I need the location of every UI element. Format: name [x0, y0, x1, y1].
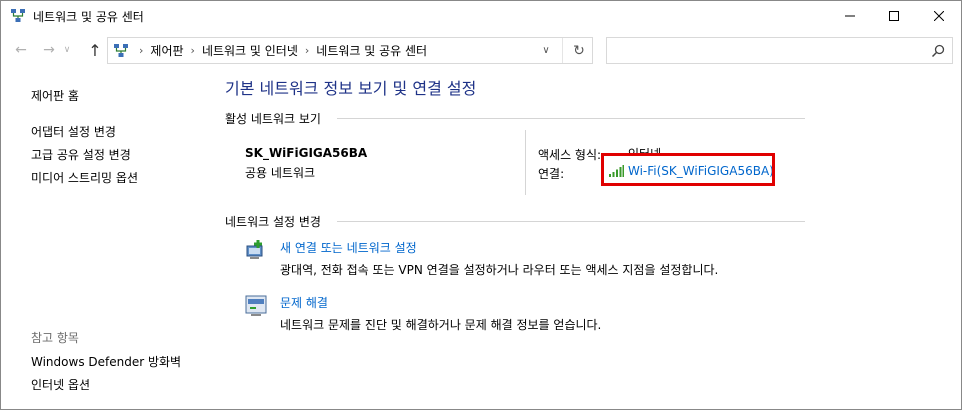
navigation-bar: ← → ∨ ↑ › 제어판 › 네트워크 및 인터넷 › 네트워크 및 공유 센…	[1, 33, 961, 67]
back-arrow-icon: ←	[15, 42, 27, 58]
section-divider	[337, 118, 805, 119]
control-panel-home-link[interactable]: 제어판 홈	[31, 87, 79, 104]
breadcrumb-separator-icon: ›	[139, 44, 144, 57]
left-pane: 제어판 홈 어댑터 설정 변경 고급 공유 설정 변경 미디어 스트리밍 옵션 …	[1, 71, 211, 409]
refresh-button[interactable]: ↻	[566, 38, 592, 63]
windows-defender-firewall-link[interactable]: Windows Defender 방화벽	[31, 353, 181, 370]
search-icon[interactable]	[930, 43, 946, 59]
setup-new-connection-link[interactable]: 새 연결 또는 네트워크 설정	[280, 239, 417, 256]
network-info-divider	[525, 130, 526, 195]
highlight-annotation-box	[601, 153, 775, 186]
section-divider	[337, 221, 805, 222]
network-type: 공용 네트워크	[245, 166, 316, 180]
breadcrumb-separator-icon: ›	[190, 44, 195, 57]
access-type-label: 액세스 형식:	[538, 148, 602, 162]
maximize-icon	[889, 11, 899, 21]
network-center-icon	[11, 9, 25, 22]
forward-arrow-icon: →	[43, 42, 55, 58]
new-connection-icon[interactable]	[244, 238, 268, 262]
title-bar: 네트워크 및 공유 센터	[1, 1, 961, 31]
address-dropdown-button[interactable]: ∨	[536, 38, 556, 63]
minimize-icon	[845, 15, 855, 17]
chevron-down-icon: ∨	[63, 45, 71, 55]
close-icon	[934, 11, 944, 21]
connection-label: 연결:	[538, 167, 565, 181]
advanced-sharing-settings-link[interactable]: 고급 공유 설정 변경	[31, 146, 131, 163]
chevron-down-icon: ∨	[542, 45, 550, 56]
network-name: SK_WiFiGIGA56BA	[245, 146, 368, 160]
page-title: 기본 네트워크 정보 보기 및 연결 설정	[225, 79, 477, 98]
back-button[interactable]: ←	[11, 41, 31, 59]
change-network-settings-header: 네트워크 설정 변경	[225, 215, 321, 229]
search-input[interactable]	[613, 41, 913, 60]
up-button[interactable]: ↑	[85, 40, 105, 60]
troubleshoot-problems-description: 네트워크 문제를 진단 및 해결하거나 문제 해결 정보를 얻습니다.	[280, 318, 602, 332]
address-divider	[562, 38, 563, 63]
active-networks-header: 활성 네트워크 보기	[225, 112, 321, 126]
change-adapter-settings-link[interactable]: 어댑터 설정 변경	[31, 123, 116, 140]
see-also-label: 참고 항목	[31, 331, 79, 345]
address-bar[interactable]: › 제어판 › 네트워크 및 인터넷 › 네트워크 및 공유 센터 ∨ ↻	[107, 37, 593, 64]
breadcrumb-separator-icon: ›	[304, 44, 310, 57]
maximize-button[interactable]	[871, 1, 917, 31]
troubleshoot-icon[interactable]	[244, 294, 268, 318]
breadcrumb-network-internet[interactable]: 네트워크 및 인터넷	[202, 42, 298, 59]
forward-button[interactable]: →	[39, 41, 59, 59]
troubleshoot-problems-link[interactable]: 문제 해결	[280, 294, 328, 311]
setup-new-connection-description: 광대역, 전화 접속 또는 VPN 연결을 설정하거나 라우터 또는 액세스 지…	[280, 263, 719, 277]
breadcrumb-network-sharing-center[interactable]: 네트워크 및 공유 센터	[316, 42, 427, 59]
window-title: 네트워크 및 공유 센터	[33, 10, 144, 24]
recent-locations-button[interactable]: ∨	[61, 41, 73, 59]
breadcrumb-control-panel[interactable]: 제어판	[150, 42, 183, 59]
minimize-button[interactable]	[827, 1, 873, 31]
network-sharing-center-window: 네트워크 및 공유 센터 ← → ∨ ↑ › 제어판 › 네트워크 및 인터넷 …	[0, 0, 962, 410]
refresh-icon: ↻	[573, 42, 585, 59]
network-center-icon	[114, 44, 128, 57]
search-box[interactable]	[606, 37, 953, 64]
up-arrow-icon: ↑	[88, 40, 102, 60]
breadcrumb: › 제어판 › 네트워크 및 인터넷 › 네트워크 및 공유 센터	[132, 38, 427, 63]
internet-options-link[interactable]: 인터넷 옵션	[31, 376, 90, 393]
media-streaming-options-link[interactable]: 미디어 스트리밍 옵션	[31, 169, 138, 186]
close-button[interactable]	[916, 1, 962, 31]
